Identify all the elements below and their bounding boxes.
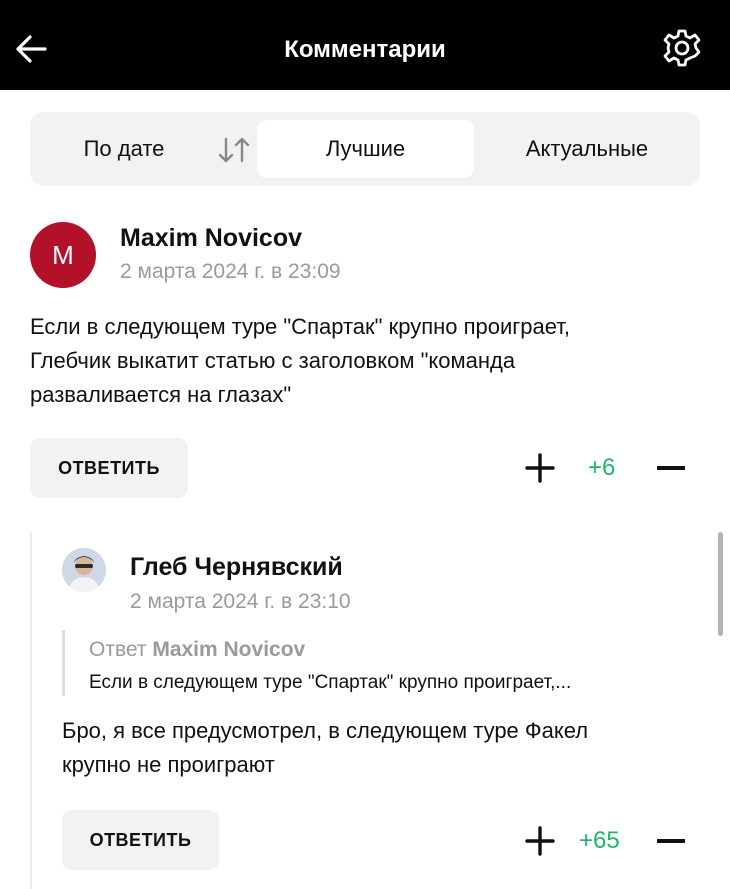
vote-score: +6 <box>588 454 616 481</box>
sort-by-date-tab[interactable]: По дате <box>30 112 218 186</box>
reply-button[interactable]: ОТВЕТИТЬ <box>30 438 188 498</box>
quote-prefix: Ответ <box>89 638 147 661</box>
comment-text-line: Глебчик выкатит статью с заголовком "ком… <box>30 348 516 373</box>
comment-text-line: крупно не проиграют <box>62 752 275 777</box>
comment-text-line: Бро, я все предусмотрел, в следующем тур… <box>62 718 589 743</box>
avatar[interactable]: M <box>30 222 96 288</box>
comment-text-line: разваливается на глазах" <box>30 382 292 407</box>
comment-text: Если в следующем туре "Спартак" крупно п… <box>30 310 570 412</box>
sort-actual-tab[interactable]: Актуальные <box>474 112 700 186</box>
plus-icon[interactable] <box>525 453 555 483</box>
comment-text: Бро, я все предусмотрел, в следующем тур… <box>62 714 588 782</box>
page-title: Комментарии <box>284 36 446 63</box>
minus-icon[interactable] <box>657 466 685 470</box>
sort-tabs: По дате Лучшие Актуальные <box>30 112 700 186</box>
quote-text: Если в следующем туре "Спартак" крупно п… <box>89 672 572 693</box>
comment-author[interactable]: Maxim Novicov <box>120 224 302 253</box>
comment-author[interactable]: Глеб Чернявский <box>130 553 343 582</box>
plus-icon[interactable] <box>525 826 555 856</box>
gear-icon[interactable] <box>662 28 702 68</box>
quote-header: Ответ Maxim Novicov <box>89 638 305 662</box>
minus-icon[interactable] <box>657 839 685 843</box>
reply-button[interactable]: ОТВЕТИТЬ <box>62 810 219 870</box>
sort-arrows-icon[interactable] <box>216 136 252 164</box>
comment-text-line: Если в следующем туре "Спартак" крупно п… <box>30 314 571 339</box>
comment-date: 2 марта 2024 г. в 23:10 <box>130 590 351 613</box>
top-bar: Комментарии <box>0 0 730 90</box>
reply-quote[interactable]: Ответ Maxim Novicov Если в следующем тур… <box>62 630 705 696</box>
thread-line <box>30 532 32 889</box>
comment-date: 2 марта 2024 г. в 23:09 <box>120 260 341 283</box>
avatar-photo <box>62 548 106 592</box>
vote-score: +65 <box>579 827 620 854</box>
quote-author: Maxim Novicov <box>152 638 306 661</box>
scrollbar[interactable] <box>718 532 723 636</box>
sort-best-tab[interactable]: Лучшие <box>257 120 474 178</box>
avatar[interactable] <box>62 548 106 592</box>
